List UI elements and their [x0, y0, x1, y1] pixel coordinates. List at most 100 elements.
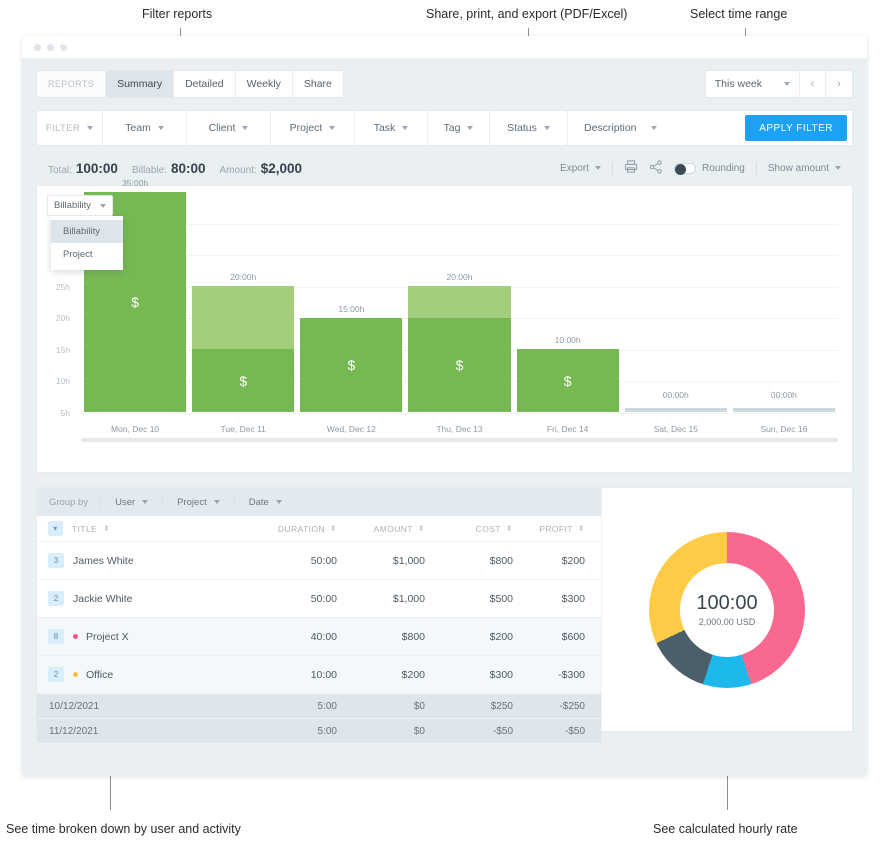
filter-status-label: Status — [507, 122, 537, 134]
apply-filter-button[interactable]: APPLY FILTER — [745, 115, 847, 141]
filter-description[interactable]: Description — [568, 111, 745, 145]
bar[interactable]: $ — [192, 286, 295, 412]
sort-icon: ⬍ — [329, 523, 337, 533]
bar-group[interactable]: 00:00h Sat, Dec 15 — [622, 224, 730, 442]
table-row[interactable]: 11/12/2021 5:00 $0 -$50 -$50 — [37, 719, 601, 744]
toggle-switch[interactable] — [674, 162, 697, 175]
annotation-filter-reports: Filter reports — [142, 7, 213, 21]
filter-status[interactable]: Status — [490, 111, 568, 145]
group-by-user-label: User — [115, 496, 136, 508]
window-dot-maximize-icon[interactable] — [60, 43, 67, 51]
tab-share[interactable]: Share — [292, 71, 343, 97]
column-header-amount[interactable]: AMOUNT ⬍ — [337, 524, 425, 534]
row-date: 11/12/2021 — [49, 725, 99, 737]
bar[interactable]: $ — [516, 349, 619, 412]
row-duration: 50:00 — [310, 592, 337, 605]
bar-group[interactable]: $10:00h Fri, Dec 14 — [514, 224, 622, 442]
donut-chart: 100:00 2,000.00 USD — [649, 531, 805, 688]
summary-toolbar: Export Rounding Show amount — [560, 159, 853, 177]
row-amount: $0 — [413, 725, 425, 737]
filter-task[interactable]: Task — [355, 111, 428, 145]
chevron-down-icon — [157, 126, 164, 130]
row-count-badge: 2 — [48, 667, 64, 682]
row-profit: $300 — [561, 592, 585, 605]
bar[interactable] — [732, 408, 835, 412]
tab-summary[interactable]: Summary — [106, 71, 175, 97]
annotation-share-print-export: Share, print, and export (PDF/Excel) — [426, 7, 628, 21]
column-header-amount-label: AMOUNT — [373, 523, 413, 534]
filter-client[interactable]: Client — [187, 111, 271, 145]
table-row[interactable]: 10/12/2021 5:00 $0 $250 -$250 — [37, 694, 601, 719]
annotation-time-breakdown: See time broken down by user and activit… — [6, 822, 241, 836]
y-axis-tick-label: 10h — [55, 376, 70, 387]
summary-billable-value: 80:00 — [170, 160, 206, 176]
group-by-date-label: Date — [248, 496, 269, 508]
reports-label: REPORTS — [37, 71, 107, 97]
filter-team[interactable]: Team — [103, 111, 187, 145]
billability-dropdown[interactable]: Billability — [47, 195, 113, 216]
row-title: Project X — [64, 631, 249, 643]
window-dot-close-icon[interactable] — [34, 43, 41, 51]
annotation-select-time-range: Select time range — [690, 7, 788, 21]
bar[interactable]: $ — [408, 286, 511, 412]
export-dropdown[interactable]: Export — [560, 163, 602, 174]
summary-billable: Billable: 80:00 — [132, 161, 206, 176]
group-by-user[interactable]: User — [100, 496, 164, 508]
bar-segment-billable: $ — [516, 349, 619, 412]
row-duration: 40:00 — [310, 630, 337, 643]
row-amount: $800 — [401, 630, 425, 643]
chevron-down-icon — [650, 126, 657, 130]
billability-menu-item-project[interactable]: Project — [51, 243, 123, 266]
column-header-duration-label: DURATION — [277, 523, 325, 534]
table-row[interactable]: 2 Jackie White 50:00 $1,000 $500 $300 — [37, 580, 601, 618]
bar-segment-billable: $ — [300, 317, 403, 412]
filter-label[interactable]: FILTER — [37, 111, 103, 145]
chevron-down-icon — [87, 126, 94, 130]
window-dot-minimize-icon[interactable] — [47, 43, 54, 51]
column-header-title[interactable]: TITLE ⬍ — [72, 524, 249, 534]
summary-total-value: 100:00 — [75, 160, 118, 176]
time-range-value: This week — [714, 78, 762, 90]
show-amount-dropdown[interactable]: Show amount — [768, 163, 841, 174]
row-duration: 50:00 — [310, 554, 337, 567]
rounding-toggle[interactable]: Rounding — [674, 162, 745, 175]
filter-project[interactable]: Project — [271, 111, 355, 145]
table-row[interactable]: 8 Project X 40:00 $800 $200 $600 — [37, 618, 601, 656]
range-prev-button[interactable]: ‹ — [800, 71, 826, 97]
row-profit: -$50 — [564, 725, 585, 737]
collapse-all-chevron-icon[interactable]: ▾ — [48, 521, 63, 536]
column-header-cost[interactable]: COST ⬍ — [425, 524, 513, 534]
group-by-date[interactable]: Date — [235, 497, 296, 508]
bar-segment-billable: $ — [408, 317, 511, 412]
chart-bars: $35:00h Mon, Dec 10 $20:00h Tue, Dec 11 $15:… — [81, 178, 838, 442]
donut-total-amount: 2,000.00 USD — [698, 617, 756, 627]
filter-tag[interactable]: Tag — [428, 111, 490, 145]
chevron-down-icon — [402, 126, 409, 130]
filter-task-label: Task — [373, 122, 396, 134]
bar-group[interactable]: 00:00h Sun, Dec 16 — [730, 224, 838, 442]
bar[interactable] — [624, 408, 727, 412]
tab-weekly[interactable]: Weekly — [235, 71, 293, 97]
group-by-project-label: Project — [177, 496, 207, 508]
print-icon[interactable] — [624, 160, 638, 176]
chart-card: Billability Billability Project 5h 10h 15h… — [36, 178, 853, 473]
range-next-button[interactable]: › — [826, 71, 852, 97]
bar-group[interactable]: $20:00h Thu, Dec 13 — [405, 224, 513, 442]
bar-group[interactable]: $20:00h Tue, Dec 11 — [189, 224, 297, 442]
billability-menu: Billability Project — [51, 216, 123, 270]
tab-detailed[interactable]: Detailed — [174, 71, 236, 97]
time-range-dropdown[interactable]: This week — [706, 71, 800, 97]
bar[interactable]: $ — [300, 317, 403, 412]
group-by-project[interactable]: Project — [163, 496, 235, 508]
bar-total-label: 20:00h — [446, 272, 473, 283]
filter-tag-label: Tag — [443, 122, 461, 134]
column-header-duration[interactable]: DURATION ⬍ — [249, 524, 337, 534]
table-row[interactable]: 2 Office 10:00 $200 $300 -$300 — [37, 656, 601, 694]
column-header-profit[interactable]: PROFIT ⬍ — [513, 524, 601, 534]
bar-group[interactable]: $15:00h Wed, Dec 12 — [297, 224, 405, 442]
filter-description-label: Description — [584, 122, 637, 134]
billability-menu-item-billability[interactable]: Billability — [51, 220, 123, 243]
column-header-title-label: TITLE — [72, 523, 98, 534]
share-icon[interactable] — [649, 159, 663, 177]
table-row[interactable]: 3 James White 50:00 $1,000 $800 $200 — [37, 542, 601, 580]
